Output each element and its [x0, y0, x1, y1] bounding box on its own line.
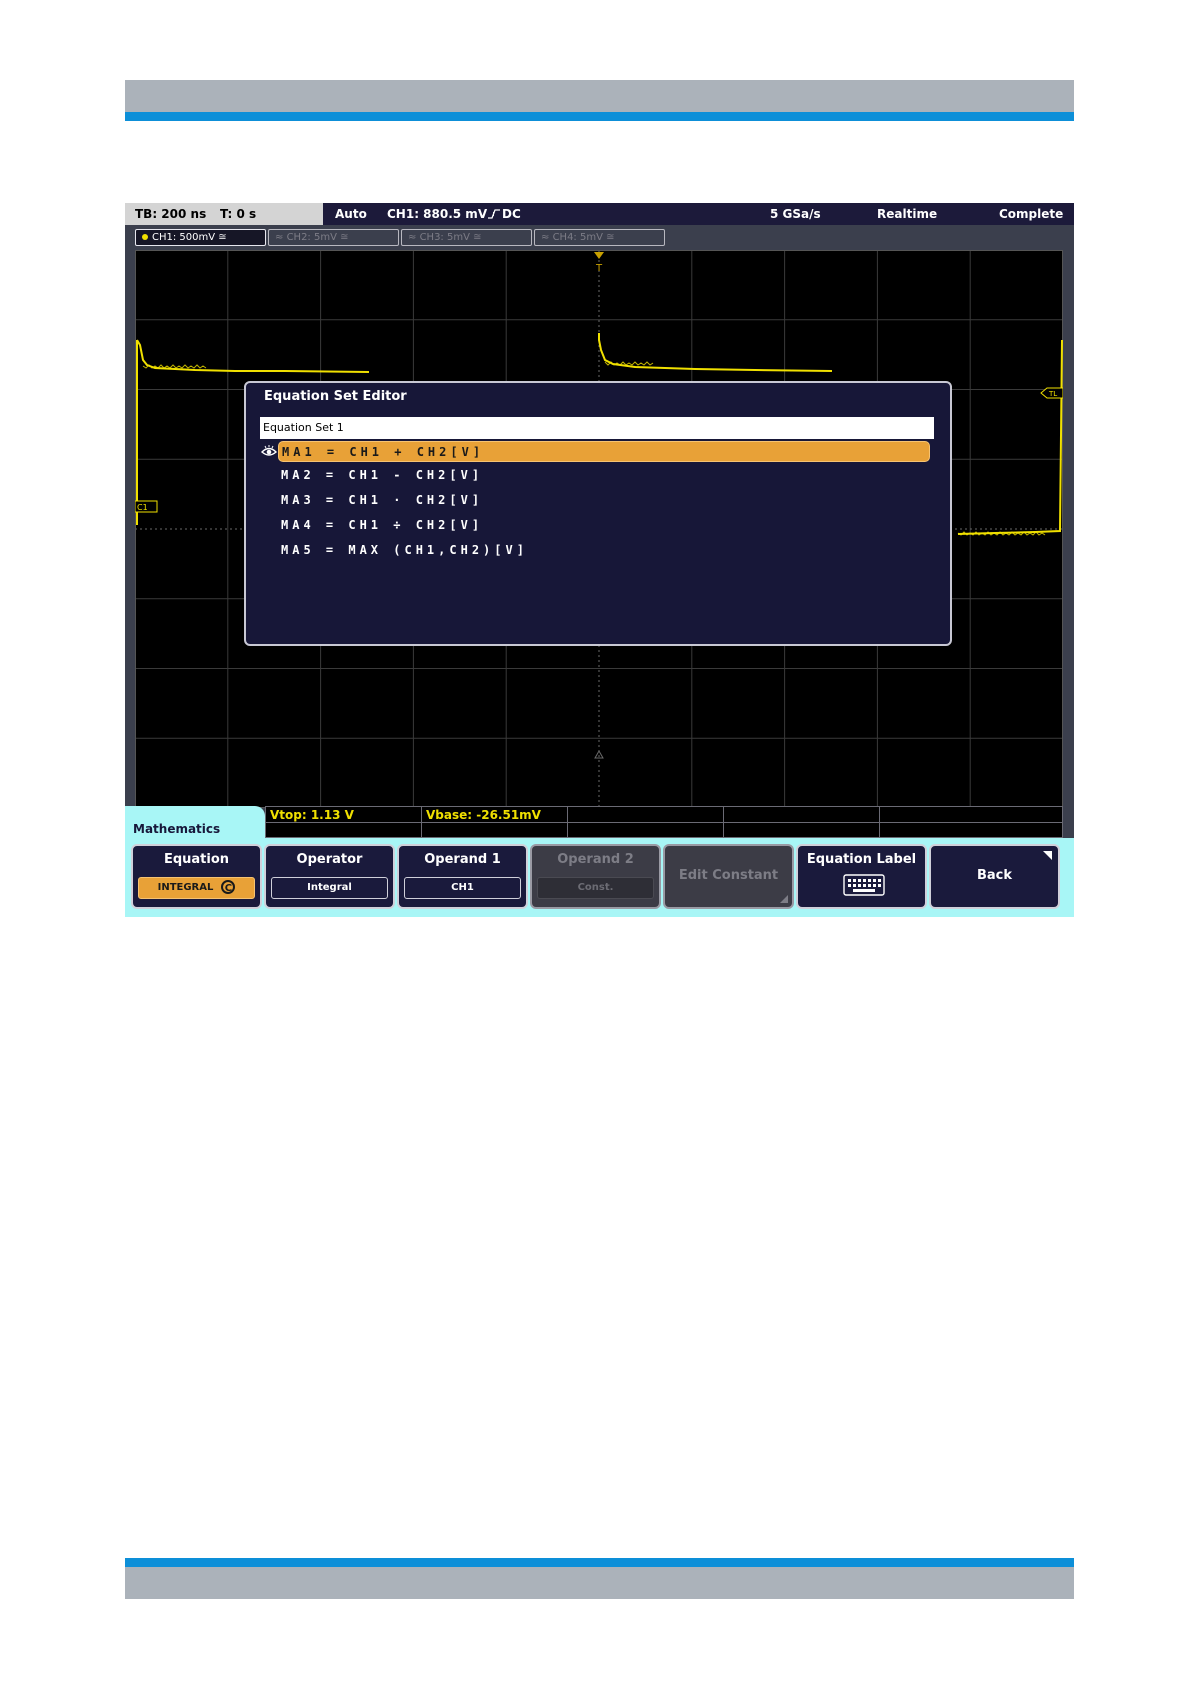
- channel-label: CH4: 5mV: [552, 232, 603, 243]
- operand1-value: CH1: [404, 877, 521, 899]
- equation-row-ma3[interactable]: MA3 = CH1 · CH2[V]: [278, 490, 930, 511]
- equation-row-ma1[interactable]: MA1 = CH1 + CH2[V]: [278, 441, 930, 462]
- channel-label: CH2: 5mV: [286, 232, 337, 243]
- acquisition-state: Complete: [999, 207, 1064, 221]
- menu-title: Mathematics: [133, 822, 221, 836]
- status-bar: TB: 200 ns T: 0 s Auto CH1: 880.5 mV DC …: [125, 203, 1074, 225]
- channel-label: CH1: 500mV: [152, 232, 216, 243]
- ch1-marker-label: C1: [137, 503, 148, 512]
- channel-tab-ch2[interactable]: ≈ CH2: 5mV ≅: [268, 229, 399, 246]
- rising-edge-icon: [488, 209, 500, 219]
- softkey-title: Equation: [163, 852, 230, 867]
- operator-value: Integral: [271, 877, 388, 899]
- equation-row-ma5[interactable]: MA5 = MAX (CH1,CH2)[V]: [278, 540, 930, 561]
- trigger-level[interactable]: CH1: 880.5 mV: [387, 207, 487, 221]
- operator-softkey[interactable]: Operator Integral: [264, 844, 395, 909]
- trigger-mode[interactable]: Auto: [335, 207, 367, 221]
- vtop-measurement[interactable]: Vtop: 1.13 V: [270, 808, 354, 822]
- sample-rate[interactable]: 5 GSa/s: [770, 207, 821, 221]
- equation-softkey[interactable]: Equation INTEGRAL C: [131, 844, 262, 909]
- operand2-softkey[interactable]: Operand 2 Const.: [530, 844, 661, 909]
- back-softkey[interactable]: Back: [929, 844, 1060, 909]
- measurement-panel: Vtop: 1.13 V Vbase: -26.51mV: [265, 806, 1063, 838]
- rotary-knob-icon: C: [221, 880, 236, 894]
- softkey-title: Edit Constant: [678, 868, 779, 883]
- channel-tab-ch3[interactable]: ≈ CH3: 5mV ≅: [401, 229, 532, 246]
- channel-dot-icon: [142, 234, 148, 240]
- equation-row-ma4[interactable]: MA4 = CH1 ÷ CH2[V]: [278, 515, 930, 536]
- header-gray-band: [125, 80, 1074, 112]
- softkey-title: Operator: [296, 852, 363, 867]
- equation-set-name[interactable]: Equation Set 1: [260, 417, 934, 439]
- trigger-level-label: TL: [1048, 390, 1057, 398]
- eye-icon[interactable]: [261, 445, 277, 459]
- softkey-title: Operand 1: [424, 852, 501, 867]
- softkey-title: Equation Label: [806, 852, 917, 867]
- footer-gray-band: [125, 1567, 1074, 1599]
- trigger-marker-label: T: [595, 263, 603, 274]
- softkey-title: Operand 2: [557, 852, 634, 867]
- timebase-box[interactable]: TB: 200 ns T: 0 s: [125, 203, 323, 225]
- dialog-title: Equation Set Editor: [264, 389, 407, 404]
- channel-label: CH3: 5mV: [419, 232, 470, 243]
- timebase-value: TB: 200 ns: [135, 207, 207, 221]
- equation-value: INTEGRAL C: [138, 877, 255, 899]
- keyboard-icon: [843, 874, 885, 896]
- operand2-value: Const.: [537, 877, 654, 899]
- header-blue-band: [125, 112, 1074, 121]
- acquisition-mode[interactable]: Realtime: [877, 207, 937, 221]
- vbase-measurement[interactable]: Vbase: -26.51mV: [426, 808, 541, 822]
- equation-label-softkey[interactable]: Equation Label: [796, 844, 927, 909]
- oscilloscope-screen: TB: 200 ns T: 0 s Auto CH1: 880.5 mV DC …: [125, 203, 1074, 917]
- trigger-time-value: T: 0 s: [220, 207, 257, 221]
- equation-set-editor-dialog: Equation Set Editor Equation Set 1 MA1 =…: [244, 381, 952, 646]
- trigger-coupling[interactable]: DC: [502, 207, 521, 221]
- edit-constant-softkey[interactable]: Edit Constant: [663, 844, 794, 909]
- channel-tab-ch4[interactable]: ≈ CH4: 5mV ≅: [534, 229, 665, 246]
- corner-arrow-icon: [780, 895, 788, 903]
- corner-arrow-icon: [1043, 851, 1052, 860]
- trigger-position-marker[interactable]: [594, 252, 604, 259]
- footer-blue-band: [125, 1558, 1074, 1567]
- equation-row-ma2[interactable]: MA2 = CH1 - CH2[V]: [278, 465, 930, 486]
- channel-tab-ch1[interactable]: CH1: 500mV ≅: [135, 229, 266, 246]
- softkey-title: Back: [976, 868, 1013, 883]
- operand1-softkey[interactable]: Operand 1 CH1: [397, 844, 528, 909]
